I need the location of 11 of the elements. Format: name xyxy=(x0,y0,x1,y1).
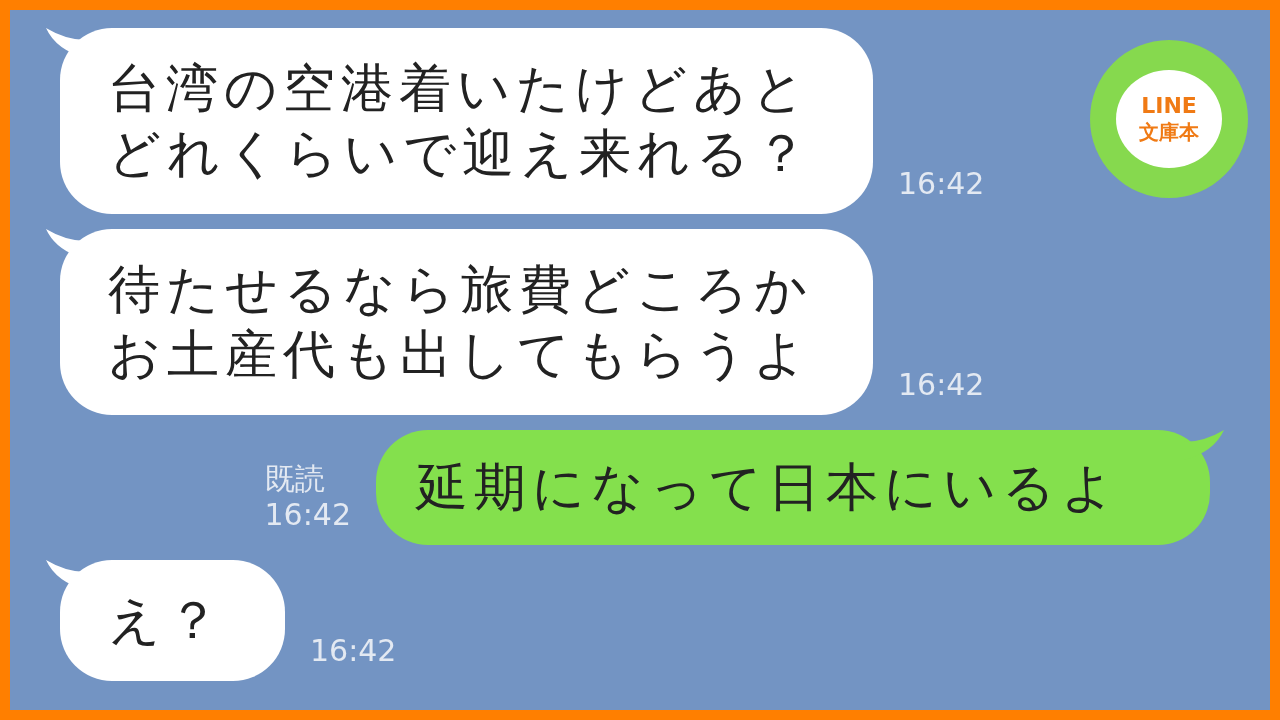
message-bubble: え？ xyxy=(60,560,285,681)
logo-text: LINE xyxy=(1141,93,1197,119)
message-bubble: 延期になって日本にいるよ xyxy=(376,430,1210,545)
message-time: 16:42 xyxy=(264,497,351,533)
message-time: 16:42 xyxy=(310,633,397,669)
message-time: 16:42 xyxy=(898,367,985,403)
message-bubble: 待たせるなら旅費どころかお土産代も出してもらうよ xyxy=(60,229,873,415)
message-time: 16:42 xyxy=(898,166,985,202)
read-receipt: 既読 xyxy=(264,461,326,497)
logo-text: 文庫本 xyxy=(1139,119,1199,145)
message-bubble: 台湾の空港着いたけどあとどれくらいで迎え来れる？ xyxy=(60,28,873,214)
